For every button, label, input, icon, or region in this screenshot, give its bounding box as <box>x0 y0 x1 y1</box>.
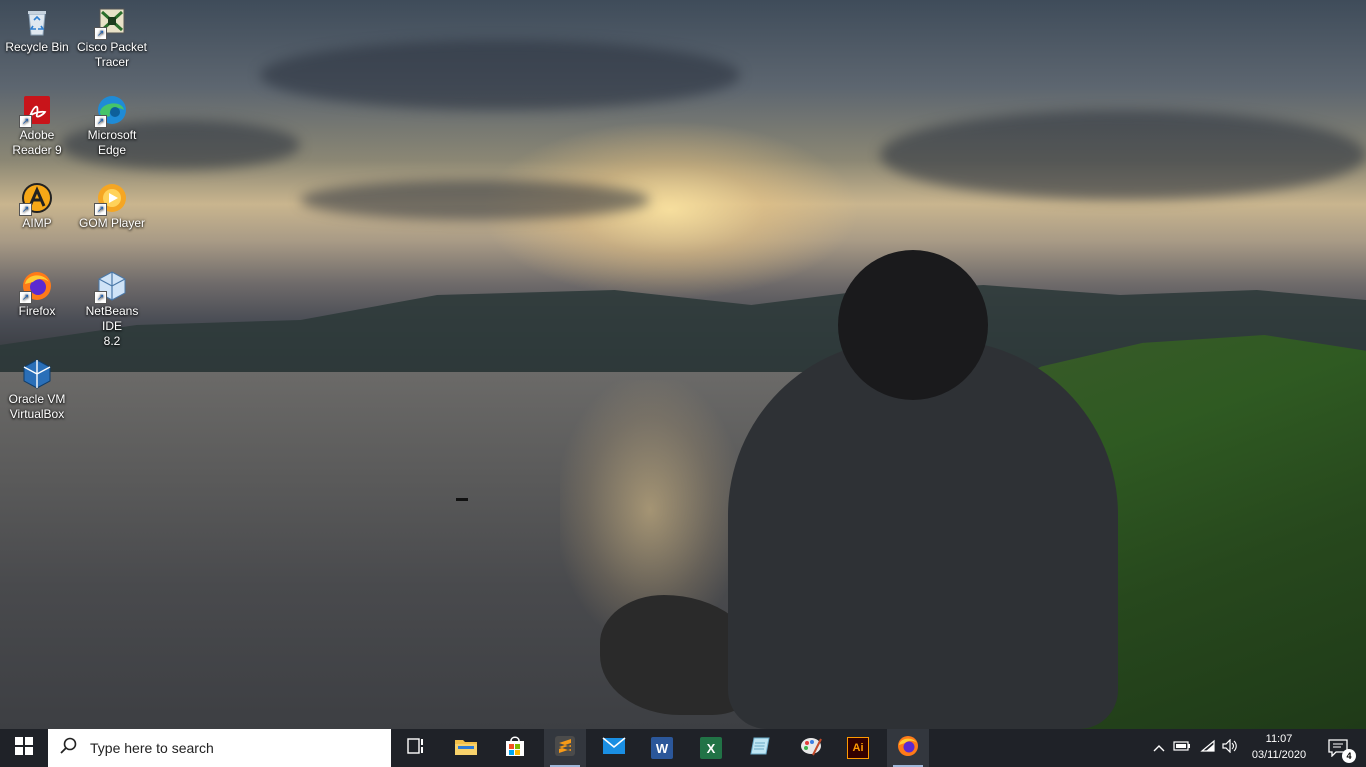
cloud <box>880 110 1366 200</box>
cisco-packet-tracer-icon: ↗ <box>94 6 128 40</box>
windows-logo-icon <box>15 736 33 760</box>
desktop-icon-adobe-reader[interactable]: ↗ Adobe Reader 9 <box>0 94 74 158</box>
shortcut-arrow-icon: ↗ <box>19 115 32 128</box>
desktop-icon-firefox[interactable]: ↗ Firefox <box>0 270 74 319</box>
speaker-icon <box>1221 738 1239 758</box>
action-center-button[interactable]: 4 <box>1316 729 1360 767</box>
firefox-icon: ↗ <box>19 270 53 304</box>
cloud <box>300 180 650 220</box>
taskbar-excel[interactable]: X <box>691 729 731 767</box>
network-button[interactable] <box>1198 729 1218 767</box>
taskbar: Type here to search W X Ai 11:07 03/11/2… <box>0 729 1366 767</box>
desktop-icon-virtualbox[interactable]: Oracle VM VirtualBox <box>0 358 74 422</box>
firefox-icon <box>897 735 919 762</box>
taskbar-notepad[interactable] <box>740 729 780 767</box>
recycle-bin-icon <box>21 6 53 38</box>
task-view-icon <box>407 737 427 760</box>
notification-count-badge: 4 <box>1342 749 1356 763</box>
word-icon: W <box>651 737 673 759</box>
clock-date: 03/11/2020 <box>1251 749 1307 761</box>
store-icon <box>504 735 526 762</box>
shortcut-arrow-icon: ↗ <box>94 27 107 40</box>
desktop-icon-gom-player[interactable]: ↗ GOM Player <box>75 182 149 231</box>
shortcut-arrow-icon: ↗ <box>19 203 32 216</box>
shortcut-arrow-icon: ↗ <box>94 115 107 128</box>
boat <box>456 498 468 501</box>
start-button[interactable] <box>0 729 48 767</box>
system-clock[interactable]: 11:07 03/11/2020 <box>1244 731 1314 765</box>
notepad-icon <box>749 735 771 762</box>
taskbar-sublime-text[interactable] <box>544 729 586 767</box>
netbeans-icon: ↗ <box>94 270 128 304</box>
paint-icon <box>799 735 823 762</box>
gom-player-icon: ↗ <box>94 182 128 216</box>
battery-icon <box>1173 739 1191 757</box>
volume-button[interactable] <box>1220 729 1240 767</box>
taskbar-mail[interactable] <box>594 729 634 767</box>
desktop-icon-microsoft-edge[interactable]: ↗ Microsoft Edge <box>75 94 149 158</box>
taskbar-search-box[interactable]: Type here to search <box>48 729 391 767</box>
desktop-icon-aimp[interactable]: ↗ AIMP <box>0 182 74 231</box>
clock-time: 11:07 <box>1265 733 1293 745</box>
mail-icon <box>602 736 626 760</box>
desktop-wallpaper: Recycle Bin ↗ Cisco Packet Tracer ↗ Adob… <box>0 0 1366 729</box>
sublime-text-icon <box>554 735 576 762</box>
show-hidden-icons-button[interactable] <box>1150 729 1168 767</box>
battery-button[interactable] <box>1172 729 1192 767</box>
desktop-icon-cisco-packet-tracer[interactable]: ↗ Cisco Packet Tracer <box>75 6 149 70</box>
shortcut-arrow-icon: ↗ <box>94 291 107 304</box>
desktop-icon-netbeans[interactable]: ↗ NetBeans IDE 8.2 <box>75 270 149 349</box>
search-placeholder: Type here to search <box>90 740 214 756</box>
wifi-icon <box>1200 739 1216 758</box>
taskbar-firefox[interactable] <box>887 729 929 767</box>
shortcut-arrow-icon: ↗ <box>19 291 32 304</box>
taskbar-paint[interactable] <box>790 729 832 767</box>
excel-icon: X <box>700 737 722 759</box>
cloud <box>260 40 740 110</box>
taskbar-word[interactable]: W <box>642 729 682 767</box>
edge-icon: ↗ <box>94 94 128 128</box>
person-head <box>838 250 988 400</box>
search-icon <box>60 737 78 760</box>
task-view-button[interactable] <box>397 729 437 767</box>
chevron-up-icon <box>1153 739 1165 757</box>
shortcut-arrow-icon: ↗ <box>94 203 107 216</box>
folder-icon <box>454 736 478 761</box>
taskbar-file-explorer[interactable] <box>446 729 486 767</box>
taskbar-illustrator[interactable]: Ai <box>838 729 878 767</box>
aimp-icon: ↗ <box>19 182 53 216</box>
virtualbox-icon <box>21 358 53 390</box>
taskbar-microsoft-store[interactable] <box>495 729 535 767</box>
adobe-reader-icon: ↗ <box>19 94 53 128</box>
desktop-icon-recycle-bin[interactable]: Recycle Bin <box>0 6 74 55</box>
illustrator-icon: Ai <box>847 737 869 759</box>
